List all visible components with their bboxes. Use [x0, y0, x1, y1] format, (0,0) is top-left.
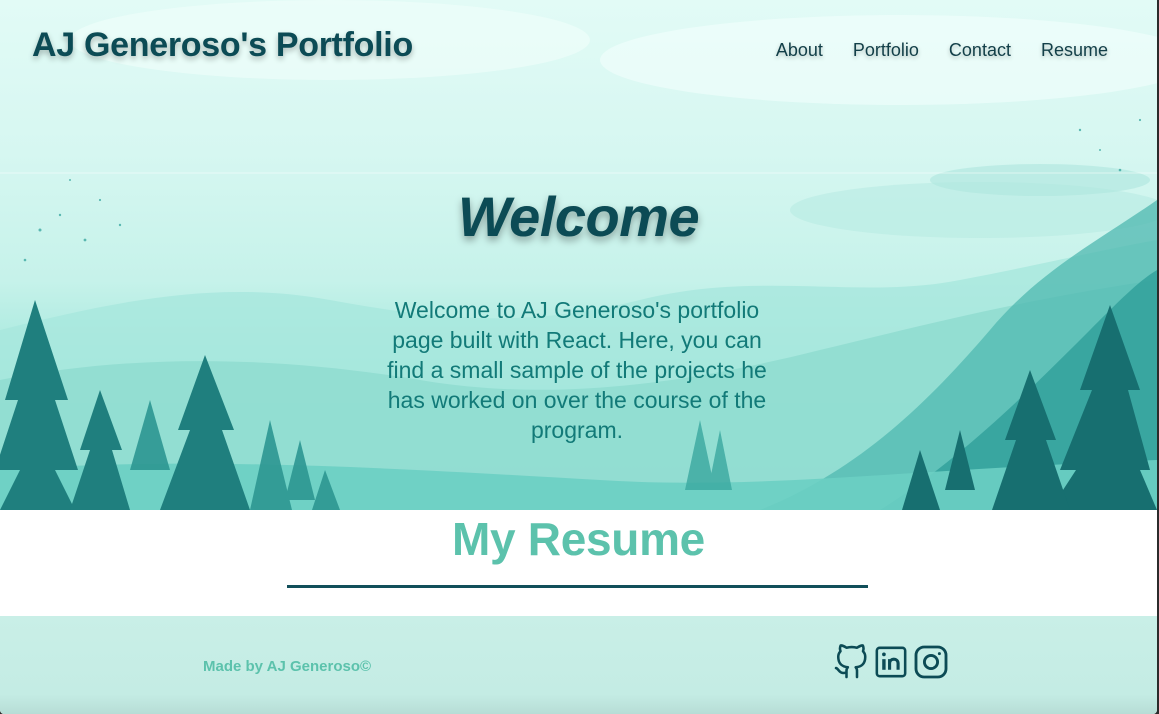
- footer-credit: Made by AJ Generoso©: [203, 658, 372, 675]
- welcome-paragraph: Welcome to AJ Generoso's portfolio page …: [387, 297, 767, 443]
- welcome-heading: Welcome: [457, 185, 700, 248]
- nav-about[interactable]: About: [776, 40, 823, 61]
- resume-heading: My Resume: [452, 513, 705, 565]
- resume-divider: [287, 585, 868, 588]
- social-links: [833, 643, 949, 681]
- hero-section: AJ Generoso's Portfolio About Portfolio …: [0, 0, 1157, 510]
- instagram-icon[interactable]: [913, 643, 949, 681]
- nav-portfolio[interactable]: Portfolio: [853, 40, 919, 61]
- nav-contact[interactable]: Contact: [949, 40, 1011, 61]
- linkedin-icon[interactable]: [873, 643, 909, 681]
- site-header: AJ Generoso's Portfolio About Portfolio …: [0, 0, 1157, 100]
- site-title[interactable]: AJ Generoso's Portfolio: [32, 26, 413, 65]
- site-footer: Made by AJ Generoso©: [0, 616, 1157, 714]
- portfolio-page: AJ Generoso's Portfolio About Portfolio …: [0, 0, 1157, 714]
- github-icon[interactable]: [833, 643, 869, 681]
- main-nav: About Portfolio Contact Resume: [776, 40, 1108, 61]
- nav-resume[interactable]: Resume: [1041, 40, 1108, 61]
